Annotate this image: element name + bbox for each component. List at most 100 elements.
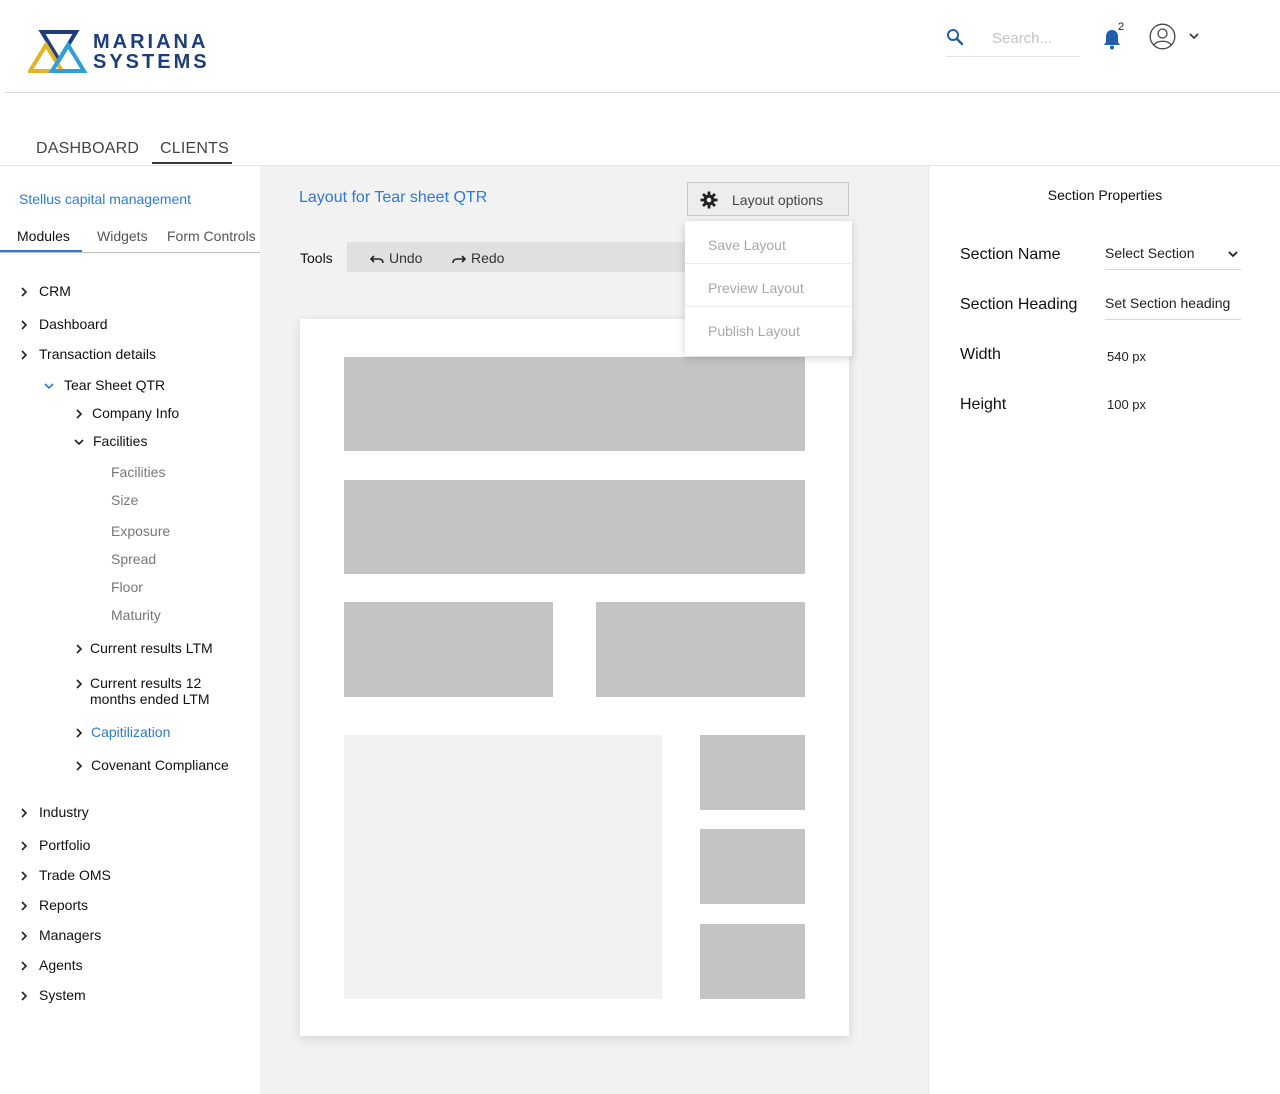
- width-value[interactable]: 540 px: [1107, 349, 1146, 364]
- tree-item-current-results-ltm[interactable]: Current results LTM: [74, 640, 213, 656]
- tree-item-facilities[interactable]: Facilities: [74, 433, 147, 449]
- logo-mark-icon: [28, 30, 88, 73]
- undo-label: Undo: [389, 250, 423, 266]
- section-heading-field[interactable]: [1105, 288, 1241, 320]
- notification-count: 2: [1118, 21, 1125, 33]
- tree-leaf-facilities[interactable]: Facilities: [111, 464, 165, 480]
- layout-options-button[interactable]: Layout options: [687, 182, 849, 216]
- tree-item-label: Tear Sheet QTR: [64, 377, 166, 393]
- redo-label: Redo: [471, 250, 505, 266]
- tree-item-company-info[interactable]: Company Info: [74, 405, 179, 421]
- chevron-right-icon: [21, 841, 28, 851]
- tree-item-capitilization[interactable]: Capitilization: [74, 724, 170, 740]
- sidebar-tab-form-controls[interactable]: Form Controls: [167, 228, 256, 244]
- tree-item-label: Managers: [39, 927, 102, 943]
- layout-options-label: Layout options: [732, 192, 824, 208]
- layout-section-block[interactable]: [596, 602, 805, 697]
- tree-leaf-spread[interactable]: Spread: [111, 551, 156, 567]
- tree-item-label: System: [39, 987, 86, 1003]
- tree-item-label: Covenant Compliance: [91, 757, 229, 773]
- chevron-right-icon: [21, 931, 28, 941]
- layout-section-block[interactable]: [344, 357, 805, 451]
- layout-section-block[interactable]: [700, 924, 805, 999]
- tab-clients-active-indicator: [152, 162, 232, 164]
- chevron-right-icon: [21, 991, 28, 1001]
- menu-divider: [685, 306, 852, 307]
- tree-leaf-floor[interactable]: Floor: [111, 579, 143, 595]
- section-heading-input[interactable]: [1105, 295, 1235, 311]
- logo-text: MARIANA SYSTEMS: [93, 32, 210, 72]
- tree-item-current-results-12-months[interactable]: Current results 12 months ended LTM: [74, 675, 210, 707]
- menu-item-publish-layout[interactable]: Publish Layout: [685, 310, 852, 353]
- layout-page-preview: [300, 319, 849, 1036]
- chevron-down-icon: [1228, 251, 1238, 258]
- sidebar-tabs-divider: [0, 252, 260, 253]
- tree-item-dashboard[interactable]: Dashboard: [19, 316, 108, 332]
- properties-title: Section Properties: [1047, 187, 1163, 203]
- redo-icon: [452, 255, 467, 264]
- section-name-value: Select Section: [1105, 245, 1195, 261]
- tree-item-industry[interactable]: Industry: [19, 804, 89, 820]
- tree-item-label: Agents: [39, 957, 83, 973]
- layout-section-block[interactable]: [700, 829, 805, 904]
- header-divider: [5, 92, 1280, 93]
- chevron-right-icon: [21, 350, 28, 360]
- tab-dashboard[interactable]: DASHBOARD: [36, 140, 139, 158]
- app-header: MARIANA SYSTEMS 2: [0, 0, 1280, 93]
- search-box[interactable]: [946, 26, 1080, 57]
- tree-leaf-exposure[interactable]: Exposure: [111, 523, 170, 539]
- user-avatar-icon[interactable]: [1149, 23, 1176, 50]
- section-name-select[interactable]: Select Section: [1105, 238, 1241, 270]
- tree-leaf-maturity[interactable]: Maturity: [111, 607, 161, 623]
- section-name-label: Section Name: [960, 246, 1061, 263]
- chevron-down-icon[interactable]: [1188, 31, 1200, 41]
- tree-item-transaction-details[interactable]: Transaction details: [19, 346, 156, 362]
- mariana-systems-logo[interactable]: MARIANA SYSTEMS: [28, 30, 218, 75]
- menu-item-preview-layout[interactable]: Preview Layout: [685, 267, 852, 310]
- layout-section-block[interactable]: [700, 735, 805, 810]
- tree-item-tear-sheet-qtr[interactable]: Tear Sheet QTR: [44, 377, 165, 393]
- chevron-right-icon: [76, 728, 83, 738]
- tree-item-agents[interactable]: Agents: [19, 957, 83, 973]
- menu-item-save-layout[interactable]: Save Layout: [685, 224, 852, 267]
- tree-item-label: Reports: [39, 897, 89, 913]
- tree-item-trade-oms[interactable]: Trade OMS: [19, 867, 111, 883]
- layout-section-block-empty[interactable]: [344, 735, 662, 999]
- undo-button[interactable]: Undo: [369, 250, 423, 266]
- chevron-right-icon: [21, 961, 28, 971]
- tree-item-managers[interactable]: Managers: [19, 927, 101, 943]
- redo-button[interactable]: Redo: [452, 250, 504, 266]
- chevron-down-icon: [74, 439, 84, 446]
- tree-item-label: CRM: [39, 283, 71, 299]
- chevron-right-icon: [76, 761, 83, 771]
- layout-section-block[interactable]: [344, 602, 553, 697]
- tree-item-label: Trade OMS: [39, 867, 111, 883]
- modules-sidebar: Stellus capital management Modules Widge…: [0, 166, 260, 1094]
- tree-item-label: Transaction details: [39, 346, 156, 362]
- tree-item-label: Dashboard: [39, 316, 108, 332]
- tree-item-system[interactable]: System: [19, 987, 86, 1003]
- chevron-right-icon: [76, 644, 83, 654]
- layout-canvas-area: Layout for Tear sheet QTR Layout options…: [260, 166, 928, 1094]
- sidebar-tab-widgets[interactable]: Widgets: [97, 228, 148, 244]
- layout-title: Layout for Tear sheet QTR: [299, 189, 488, 206]
- tree-item-reports[interactable]: Reports: [19, 897, 88, 913]
- tree-item-label: Portfolio: [39, 837, 91, 853]
- search-icon[interactable]: [946, 28, 964, 46]
- section-properties-panel: Section Properties Section Name Select S…: [928, 166, 1280, 1094]
- tab-clients[interactable]: CLIENTS: [160, 140, 229, 158]
- tree-item-label: Current results LTM: [90, 640, 213, 656]
- layout-section-block[interactable]: [344, 480, 805, 574]
- height-value[interactable]: 100 px: [1107, 397, 1146, 412]
- tree-item-label-line2: months ended LTM: [90, 691, 210, 707]
- tree-leaf-size[interactable]: Size: [111, 492, 138, 508]
- search-input[interactable]: [992, 27, 1080, 49]
- tree-item-crm[interactable]: CRM: [19, 283, 71, 299]
- tree-item-portfolio[interactable]: Portfolio: [19, 837, 90, 853]
- width-label: Width: [960, 346, 1001, 363]
- sidebar-tab-modules[interactable]: Modules: [17, 228, 70, 244]
- logo-line-2: SYSTEMS: [93, 51, 210, 73]
- undo-icon: [369, 255, 384, 264]
- client-name-link[interactable]: Stellus capital management: [19, 191, 191, 207]
- tree-item-covenant-compliance[interactable]: Covenant Compliance: [74, 757, 229, 773]
